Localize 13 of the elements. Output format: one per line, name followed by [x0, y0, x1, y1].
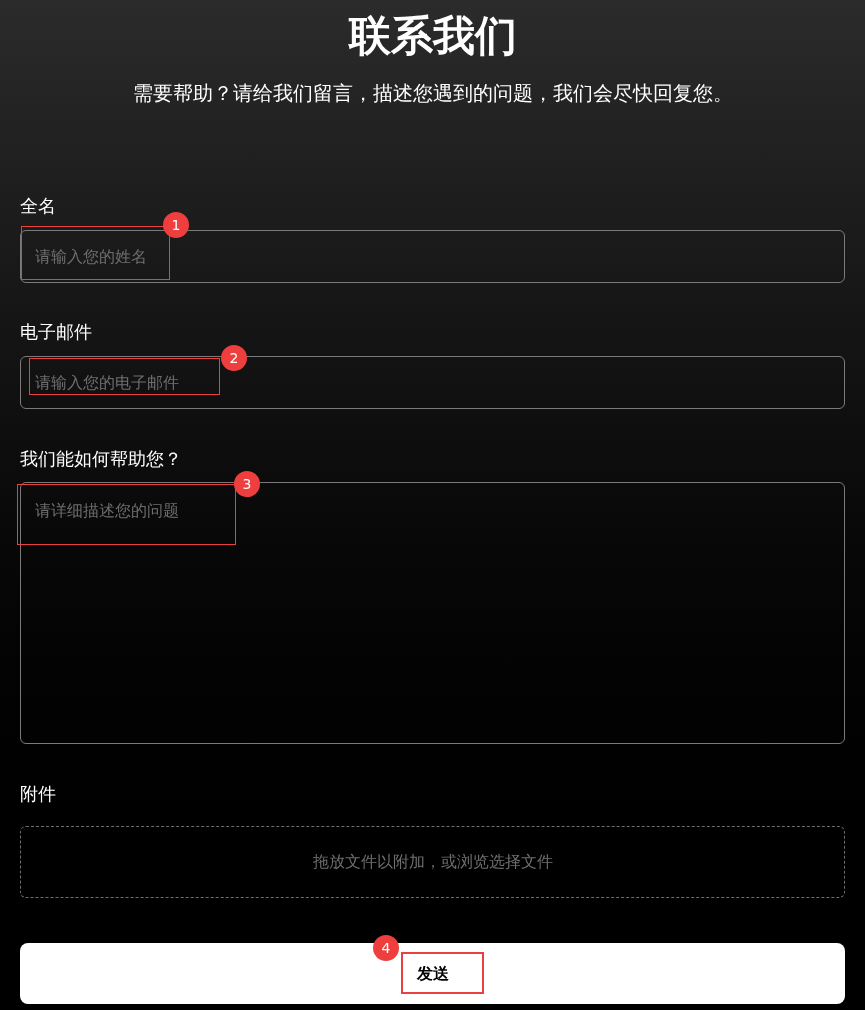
- annotation-badge: 2: [221, 345, 247, 371]
- field-label: 我们能如何帮助您？: [20, 447, 183, 471]
- file-dropzone[interactable]: 拖放文件以附加，或浏览选择文件: [20, 826, 845, 898]
- field-label: 附件: [20, 782, 57, 806]
- annotation-badge: 1: [163, 212, 189, 238]
- field-label: 电子邮件: [20, 320, 93, 344]
- annotation-badge: 3: [234, 471, 260, 497]
- annotation-badge: 4: [373, 935, 399, 961]
- dropzone-hint: 拖放文件以附加，或浏览选择文件: [312, 851, 553, 873]
- page-title: 联系我们: [347, 10, 518, 62]
- text-input-field[interactable]: 请输入您的姓名: [20, 230, 845, 283]
- page-subtitle: 需要帮助？请给我们留言，描述您遇到的问题，我们会尽快回复您。: [131, 80, 734, 107]
- field-label: 全名: [20, 194, 57, 218]
